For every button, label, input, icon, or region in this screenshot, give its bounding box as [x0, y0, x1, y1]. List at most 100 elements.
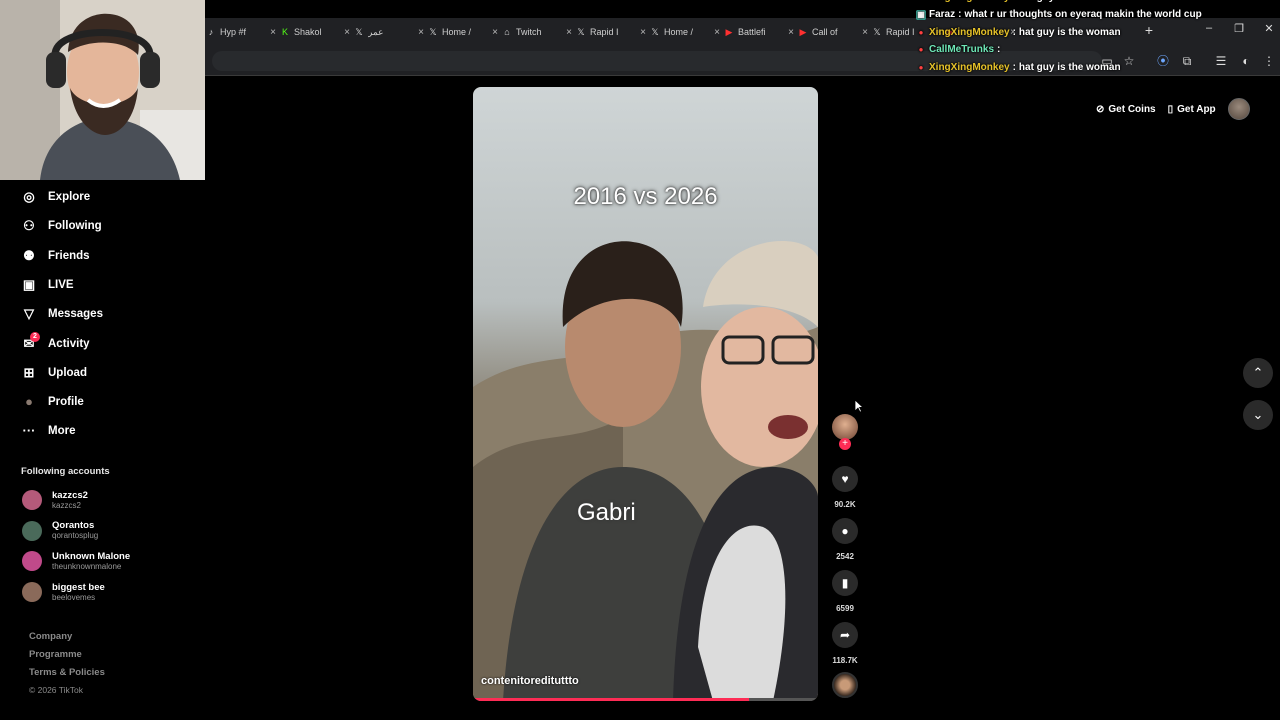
- video-progress-bar[interactable]: [473, 698, 818, 701]
- tab-label: Hyp #f: [220, 27, 247, 37]
- x-icon: 𝕏: [651, 27, 659, 37]
- new-tab-button[interactable]: +: [1142, 22, 1156, 38]
- like-button[interactable]: ♥: [832, 466, 858, 492]
- account-name: biggest bee: [52, 581, 105, 593]
- restore-button[interactable]: ❐: [1232, 22, 1246, 35]
- browser-tab[interactable]: K Shakol ×: [280, 22, 352, 42]
- share-count: 118.7K: [832, 656, 858, 665]
- profile-avatar: ●: [25, 394, 33, 410]
- sidebar-item-label: Explore: [48, 191, 91, 203]
- menu-kebab-icon[interactable]: ⋮: [1260, 52, 1278, 70]
- footer-link[interactable]: Programme: [29, 649, 82, 660]
- browser-tab[interactable]: ▶ Call of ×: [798, 22, 870, 42]
- coin-icon: ⊘: [1096, 103, 1105, 115]
- following-account[interactable]: kazzcs2 kazzcs2: [22, 486, 88, 514]
- sidebar-item-label: Following: [48, 220, 102, 233]
- music-disc-icon[interactable]: [832, 672, 858, 698]
- video-overlay-title: 2016 vs 2026: [573, 183, 718, 210]
- sidebar-item-more[interactable]: ··· More: [20, 418, 76, 444]
- save-button[interactable]: ▮: [832, 570, 858, 596]
- get-coins-label: Get Coins: [1108, 103, 1156, 115]
- account-handle: qorantosplug: [52, 531, 99, 541]
- footer-link[interactable]: Company: [29, 631, 72, 642]
- chat-text: hat guy is the woman: [1019, 0, 1121, 3]
- minimize-button[interactable]: –: [1202, 22, 1216, 34]
- browser-tab[interactable]: 𝕏 عمر ×: [354, 22, 426, 42]
- close-window-button[interactable]: ✕: [1262, 22, 1276, 35]
- browser-tab[interactable]: ▶ Battlefi ×: [724, 22, 796, 42]
- messages-icon: ▽: [24, 306, 34, 322]
- notification-badge: 2: [30, 331, 40, 342]
- browser-tab[interactable]: 𝕏 Home / ×: [428, 22, 500, 42]
- user-avatar[interactable]: [1227, 98, 1250, 120]
- bookmark-star-icon[interactable]: ☆: [1120, 52, 1138, 70]
- sidebar-item-upload[interactable]: ⊞ Upload: [20, 360, 87, 386]
- sidebar-item-label: Upload: [48, 366, 87, 379]
- comment-button[interactable]: ●: [832, 518, 858, 544]
- get-coins-button[interactable]: ⊘ Get Coins: [1096, 104, 1156, 115]
- following-account[interactable]: Qorantos qorantosplug: [22, 517, 98, 545]
- sidebar-item-profile[interactable]: ● Profile: [20, 389, 84, 415]
- tab-close-icon[interactable]: ×: [786, 27, 796, 38]
- chat-badge-icon: ●: [916, 0, 926, 3]
- reading-list-icon[interactable]: ☰: [1212, 52, 1230, 70]
- get-app-button[interactable]: ▯ Get App: [1168, 104, 1216, 115]
- sidebar-item-label: Friends: [48, 249, 90, 262]
- tab-close-icon[interactable]: ×: [564, 27, 574, 38]
- chat-badge-icon: ▦: [916, 9, 926, 20]
- upload-icon: ⊞: [23, 364, 35, 380]
- footer-link[interactable]: Terms & Policies: [29, 667, 105, 678]
- x-icon: 𝕏: [355, 27, 363, 37]
- following-accounts-title: Following accounts: [21, 466, 110, 477]
- account-handle: beelovemes: [52, 592, 96, 602]
- following-account[interactable]: Unknown Malone theunknownmalone: [22, 547, 130, 575]
- browser-tab[interactable]: ⌂ Twitch ×: [502, 22, 574, 42]
- top-actions: ⊘ Get Coins ▯ Get App: [1096, 97, 1250, 121]
- following-account[interactable]: biggest bee beelovemes: [22, 578, 105, 606]
- sidebar-item-activity[interactable]: ✉ 2 Activity: [20, 331, 90, 357]
- browser-tab[interactable]: ♪ Hyp #f ×: [206, 22, 278, 42]
- tab-close-icon[interactable]: ×: [268, 27, 278, 38]
- chat-message: ●XingXingMonkey:hat guy is the woman: [916, 0, 1121, 3]
- tab-close-icon[interactable]: ×: [416, 27, 426, 38]
- video-progress-fill: [473, 698, 749, 701]
- video-author[interactable]: contenitoredituttto: [481, 675, 579, 687]
- extension-audio-icon[interactable]: ⦿: [1154, 52, 1172, 70]
- comment-count: 2542: [836, 552, 854, 561]
- tab-label: Home /: [442, 27, 472, 37]
- friends-icon: ⚉: [23, 247, 35, 263]
- chat-text: hat guy is the woman: [1018, 27, 1121, 38]
- share-button[interactable]: ➦: [832, 622, 858, 648]
- sidebar-item-live[interactable]: ▣ LIVE: [20, 272, 74, 298]
- x-icon: 𝕏: [873, 27, 881, 37]
- account-avatar: [22, 551, 42, 572]
- sidebar-item-explore[interactable]: ◎ Explore: [20, 184, 90, 210]
- browser-tab[interactable]: 𝕏 Home / ×: [650, 22, 722, 42]
- tab-close-icon[interactable]: ×: [860, 27, 870, 38]
- sidebar-item-label: Activity: [48, 337, 90, 350]
- sidebar-item-following[interactable]: ⚇ Following: [20, 213, 102, 239]
- previous-video-button[interactable]: ⌃: [1243, 358, 1273, 388]
- share-arrow-icon: ➦: [839, 628, 851, 642]
- creator-avatar[interactable]: [832, 414, 858, 440]
- video-overlay-caption: Gabri: [577, 499, 636, 526]
- compass-icon: ◎: [23, 189, 35, 204]
- sidebar-item-label: Messages: [48, 308, 103, 321]
- tab-label: Call of: [812, 27, 838, 37]
- chat-separator: :: [1012, 62, 1016, 73]
- tab-close-icon[interactable]: ×: [712, 27, 722, 38]
- chat-username: CallMeTrunks: [929, 44, 995, 55]
- tab-close-icon[interactable]: ×: [638, 27, 648, 38]
- profile-icon[interactable]: ◐: [1237, 52, 1255, 70]
- extensions-icon[interactable]: ⧉: [1178, 52, 1196, 70]
- next-video-button[interactable]: ⌄: [1243, 400, 1273, 430]
- follow-button[interactable]: +: [839, 438, 851, 450]
- browser-tab[interactable]: 𝕏 Rapid I ×: [576, 22, 648, 42]
- account-text: kazzcs2 kazzcs2: [52, 490, 88, 511]
- account-name: kazzcs2: [52, 489, 88, 501]
- tab-close-icon[interactable]: ×: [490, 27, 500, 38]
- sidebar-item-messages[interactable]: ▽ Messages: [20, 301, 103, 327]
- tab-close-icon[interactable]: ×: [342, 27, 352, 38]
- sidebar-item-friends[interactable]: ⚉ Friends: [20, 243, 90, 269]
- video-player[interactable]: 2016 vs 2026 Gabri contenitoredituttto: [473, 87, 818, 701]
